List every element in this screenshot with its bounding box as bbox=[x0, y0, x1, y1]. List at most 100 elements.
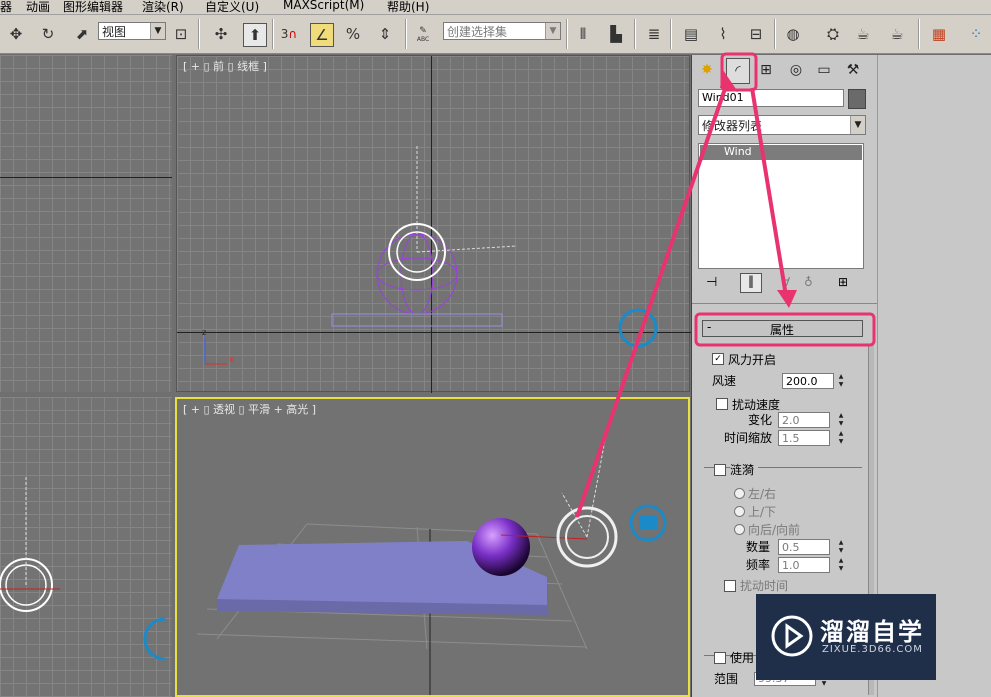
layer-manager-icon[interactable]: ≣ bbox=[643, 23, 665, 45]
spinner-snap-icon[interactable]: ⇕ bbox=[374, 23, 396, 45]
range-label: 范围 bbox=[714, 672, 739, 686]
modify-tab-icon[interactable]: ◜ bbox=[726, 58, 750, 84]
lr-label: 左/右 bbox=[748, 487, 777, 501]
menu-item-graph-editors[interactable]: 图形编辑器 bbox=[63, 0, 123, 14]
viewport-top-left[interactable] bbox=[0, 55, 172, 392]
ud-radio[interactable] bbox=[734, 506, 745, 517]
variation-spinner[interactable]: ▲ ▼ bbox=[837, 412, 845, 428]
pivot-icon[interactable]: ⊡ bbox=[170, 23, 192, 45]
wind-on-checkbox[interactable]: ✓ bbox=[712, 353, 724, 365]
make-unique-icon[interactable]: ∀ bbox=[782, 275, 790, 289]
modifier-stack-list[interactable]: Wind bbox=[698, 143, 864, 269]
stack-item-label: Wind bbox=[724, 145, 752, 158]
object-color-swatch[interactable] bbox=[848, 89, 866, 109]
show-end-result-icon[interactable]: ‖ bbox=[740, 273, 762, 293]
axis-x-label: x bbox=[229, 355, 234, 364]
viewport-front[interactable]: [ + ▯ 前 ▯ 线框 ] z x bbox=[176, 55, 691, 393]
viewport-axis-line bbox=[0, 177, 172, 178]
scale-icon[interactable]: ⬈ bbox=[71, 23, 93, 45]
menu-item-rendering[interactable]: 渲染(R) bbox=[142, 0, 184, 14]
count-label: 数量 bbox=[746, 540, 771, 554]
hierarchy-tab-icon[interactable]: ⊞ bbox=[755, 58, 777, 82]
keyboard-shortcut-icon[interactable]: ⬆ bbox=[243, 23, 267, 47]
configure-modifier-sets-icon[interactable]: ⊞ bbox=[838, 275, 848, 289]
freq-label: 频率 bbox=[746, 558, 771, 572]
flutter-checkbox[interactable] bbox=[714, 464, 726, 476]
perturb-time-label: 扰动时间 bbox=[740, 579, 789, 593]
stack-item[interactable]: Wind bbox=[700, 145, 862, 160]
snap-toggle-icon[interactable]: 3 ∩ bbox=[278, 23, 300, 45]
viewport-perspective[interactable]: [ + ▯ 透视 ▯ 平滑 + 高光 ] bbox=[175, 397, 690, 697]
remove-modifier-icon[interactable]: ♁ bbox=[804, 275, 813, 289]
chevron-down-icon: ▼ bbox=[850, 116, 865, 134]
chevron-down-icon: ▼ bbox=[150, 23, 165, 39]
display-tab-icon[interactable]: ▭ bbox=[813, 58, 835, 82]
watermark-url: ZIXUE.3D66.COM bbox=[822, 644, 923, 655]
motion-tab-icon[interactable]: ◎ bbox=[785, 58, 807, 82]
freq-spinner[interactable]: ▲ ▼ bbox=[837, 557, 845, 573]
rollout-toggle: - bbox=[707, 320, 712, 334]
sphere-object bbox=[472, 518, 530, 576]
graphite-tools-icon[interactable]: ▤ bbox=[680, 23, 702, 45]
watermark: 溜溜自学 ZIXUE.3D66.COM bbox=[756, 594, 936, 680]
named-selection-combo[interactable]: 创建选择集 ▼ bbox=[443, 22, 561, 40]
schematic-view-icon[interactable]: ⊟ bbox=[745, 23, 767, 45]
menu-item-animation[interactable]: 动画 bbox=[26, 0, 50, 14]
time-scale-input[interactable]: 1.5 bbox=[778, 430, 830, 446]
select-manipulate-icon[interactable]: ✣ bbox=[210, 23, 232, 45]
use-checkbox[interactable] bbox=[714, 652, 726, 664]
menu-item-maxscript[interactable]: MAXScript(M) bbox=[283, 0, 364, 12]
pin-stack-icon[interactable]: ⊣ bbox=[706, 275, 717, 290]
menu-item-graph[interactable]: 器 bbox=[0, 0, 12, 14]
move-icon[interactable]: ✥ bbox=[5, 23, 27, 45]
divider bbox=[692, 303, 877, 304]
wind-speed-spinner[interactable]: ▲ ▼ bbox=[837, 373, 845, 389]
perspective-scene bbox=[196, 428, 667, 695]
create-tab-icon[interactable]: ✸ bbox=[696, 58, 718, 82]
lr-radio[interactable] bbox=[734, 488, 745, 499]
count-input[interactable]: 0.5 bbox=[778, 539, 830, 555]
render-setup-icon[interactable]: ⛭ bbox=[822, 23, 844, 45]
gizmo-axis bbox=[561, 492, 588, 538]
viewport-bottom-left[interactable] bbox=[0, 397, 172, 697]
object-name-field[interactable]: Wind01 bbox=[698, 89, 844, 107]
render-production-icon[interactable]: ☕ bbox=[886, 23, 908, 45]
play-logo-icon bbox=[771, 615, 813, 657]
curve-editor-icon[interactable]: ⌇ bbox=[712, 23, 734, 45]
fb-label: 向后/向前 bbox=[748, 523, 801, 537]
freq-value: 1.0 bbox=[782, 559, 800, 572]
align-icon[interactable]: ▙ bbox=[605, 23, 627, 45]
properties-rollout-header[interactable]: - 属性 bbox=[702, 320, 863, 337]
angle-snap-icon[interactable]: ∠ bbox=[310, 23, 334, 47]
variation-input[interactable]: 2.0 bbox=[778, 412, 830, 428]
ribbon-icon[interactable]: ▦ bbox=[928, 23, 950, 45]
count-spinner[interactable]: ▲ ▼ bbox=[837, 539, 845, 555]
freq-input[interactable]: 1.0 bbox=[778, 557, 830, 573]
rendered-frame-icon[interactable]: ☕ bbox=[852, 23, 874, 45]
perturb-time-checkbox[interactable] bbox=[724, 580, 736, 592]
utilities-tab-icon[interactable]: ⚒ bbox=[842, 58, 864, 82]
reference-coord-combo[interactable]: 视图 ▼ bbox=[98, 22, 166, 40]
time-scale-spinner[interactable]: ▲ ▼ bbox=[837, 430, 845, 446]
mirror-icon[interactable]: ⫴ bbox=[572, 23, 594, 45]
sphere-wireframe-ring bbox=[376, 257, 458, 291]
particle-view-icon[interactable]: ⁘ bbox=[965, 23, 987, 45]
wind-speed-input[interactable]: 200.0 bbox=[782, 373, 834, 389]
modifier-list-combo[interactable]: 修改器列表 ▼ bbox=[698, 115, 866, 135]
edit-named-selection-icon[interactable]: ✎ ABC bbox=[412, 23, 434, 45]
rotate-icon[interactable]: ↻ bbox=[37, 23, 59, 45]
material-editor-icon[interactable]: ◍ bbox=[782, 23, 804, 45]
percent-snap-icon[interactable]: % bbox=[342, 23, 364, 45]
watermark-name: 溜溜自学 bbox=[820, 618, 924, 646]
turbulence-checkbox[interactable] bbox=[716, 398, 728, 410]
wind-speed-label: 风速 bbox=[712, 374, 737, 388]
menu-item-customize[interactable]: 自定义(U) bbox=[205, 0, 259, 14]
time-scale-label: 时间缩放 bbox=[724, 431, 773, 445]
reference-coord-value: 视图 bbox=[102, 25, 127, 39]
gravity-gizmo-fill bbox=[639, 515, 657, 529]
modifier-list-value: 修改器列表 bbox=[702, 119, 763, 133]
fb-radio[interactable] bbox=[734, 524, 745, 535]
gravity-gizmo bbox=[618, 308, 658, 348]
menu-item-help[interactable]: 帮助(H) bbox=[387, 0, 429, 14]
gravity-gizmo bbox=[143, 617, 166, 661]
